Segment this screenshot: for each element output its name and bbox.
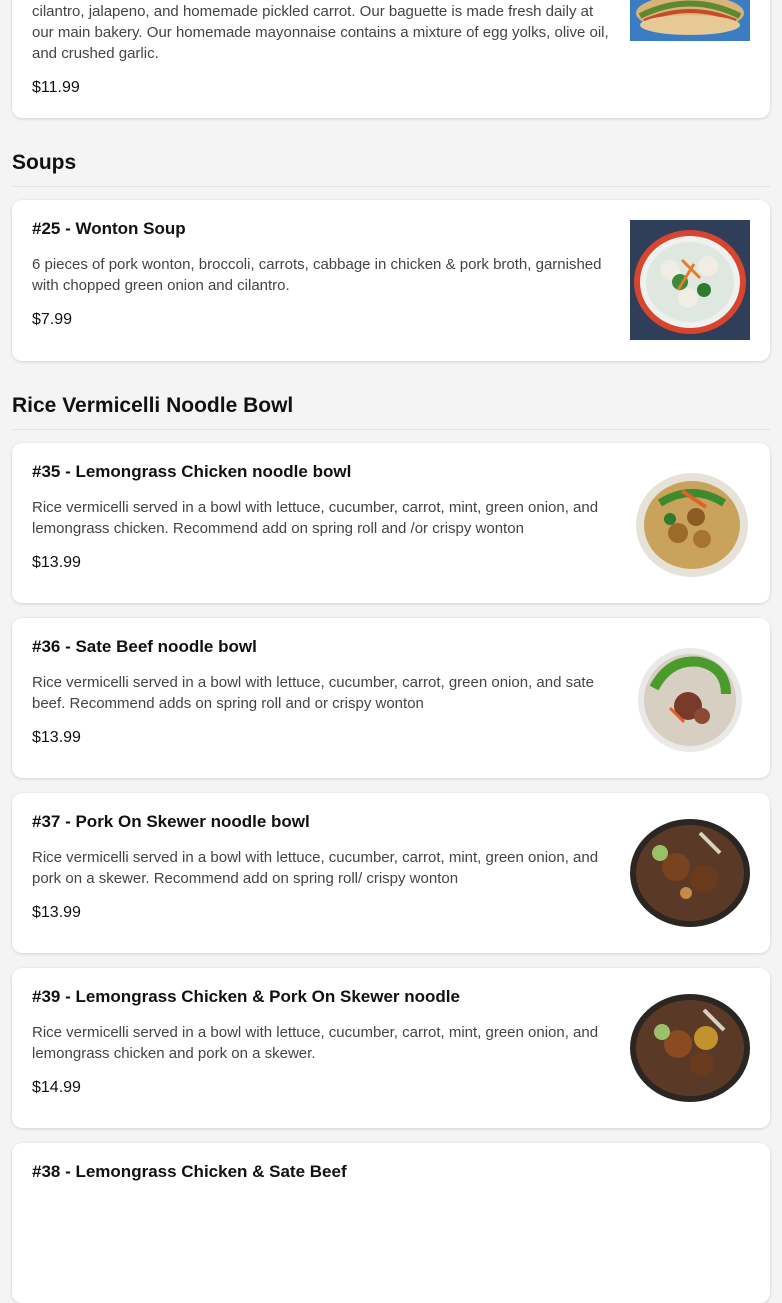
menu-item-card[interactable]: #36 - Sate Beef noodle bowl Rice vermice… [12, 618, 770, 778]
item-title: #35 - Lemongrass Chicken noodle bowl [32, 462, 352, 481]
menu-item-card[interactable]: #38 - Lemongrass Chicken & Sate Beef [12, 1143, 770, 1303]
item-price: $7.99 [32, 311, 73, 328]
noodle-bowl-photo-icon [630, 813, 750, 933]
section-title-noodle-bowl: Rice Vermicelli Noodle Bowl [12, 394, 294, 417]
item-price: $13.99 [32, 554, 81, 571]
item-title: #37 - Pork On Skewer noodle bowl [32, 812, 310, 831]
noodle-bowl-photo-icon [630, 463, 750, 583]
item-description: 6 pieces of pork wonton, broccoli, carro… [32, 256, 602, 294]
wonton-soup-photo-icon [630, 220, 750, 340]
menu-item-card[interactable]: #39 - Lemongrass Chicken & Pork On Skewe… [12, 968, 770, 1128]
section-divider [12, 186, 770, 187]
item-description: Rice vermicelli served in a bowl with le… [32, 674, 594, 712]
item-description: Rice vermicelli served in a bowl with le… [32, 499, 599, 537]
menu-item-card[interactable]: #37 - Pork On Skewer noodle bowl Rice ve… [12, 793, 770, 953]
noodle-bowl-photo-icon [630, 988, 750, 1108]
item-description: Rice vermicelli served in a bowl with le… [32, 849, 599, 887]
item-title: #38 - Lemongrass Chicken & Sate Beef [32, 1162, 347, 1181]
menu-item-card[interactable]: #35 - Lemongrass Chicken noodle bowl Ric… [12, 443, 770, 603]
item-title: #39 - Lemongrass Chicken & Pork On Skewe… [32, 987, 460, 1006]
menu-item-card[interactable]: cilantro, jalapeno, and homemade pickled… [12, 0, 770, 118]
item-price: $11.99 [32, 79, 80, 96]
item-price: $13.99 [32, 904, 81, 921]
section-title-soups: Soups [12, 151, 77, 174]
item-title: #25 - Wonton Soup [32, 219, 186, 238]
noodle-bowl-photo-icon [630, 638, 750, 758]
item-price: $13.99 [32, 729, 81, 746]
menu-item-card[interactable]: #25 - Wonton Soup 6 pieces of pork wonto… [12, 200, 770, 361]
item-description: cilantro, jalapeno, and homemade pickled… [32, 3, 609, 62]
item-title: #36 - Sate Beef noodle bowl [32, 637, 257, 656]
sandwich-photo-icon [630, 0, 750, 41]
item-price: $14.99 [32, 1079, 81, 1096]
item-description: Rice vermicelli served in a bowl with le… [32, 1024, 599, 1062]
section-divider [12, 429, 770, 430]
